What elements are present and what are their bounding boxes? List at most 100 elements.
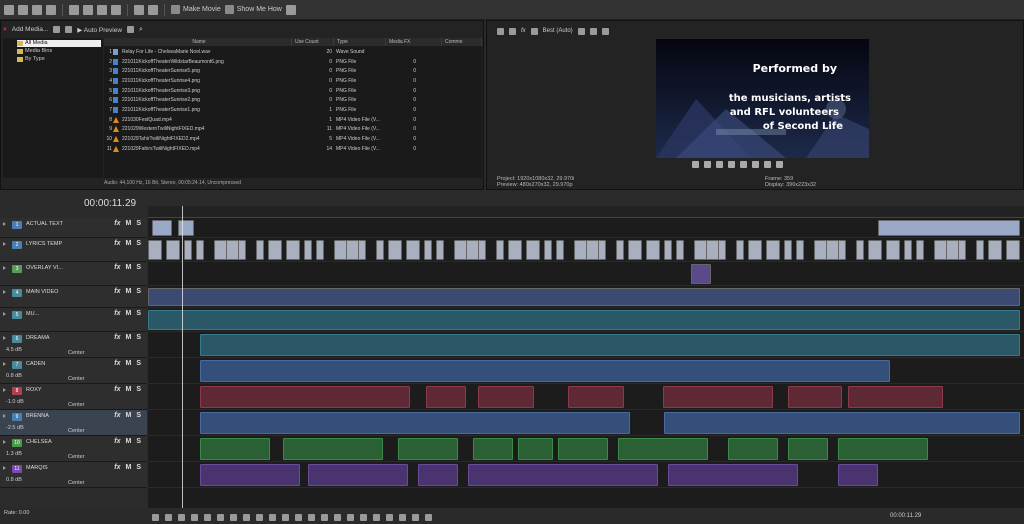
timeline-clip[interactable] <box>424 240 432 260</box>
video-fx-icon[interactable]: fx <box>521 28 526 34</box>
track-name[interactable]: CADEN <box>26 361 45 367</box>
cut-icon[interactable] <box>69 4 79 15</box>
timeline-clip[interactable] <box>468 464 658 486</box>
play-icon[interactable] <box>178 513 185 521</box>
solo-icon[interactable]: S <box>136 386 141 393</box>
settings-icon[interactable] <box>46 4 56 15</box>
timeline-clip[interactable] <box>838 464 878 486</box>
media-row[interactable]: 3 221011KickoffTheaterSunrise5.png 0 PNG Fi… <box>104 66 482 76</box>
timeline-clip[interactable] <box>556 240 564 260</box>
expand-icon[interactable] <box>3 266 6 270</box>
track-lane[interactable] <box>148 286 1024 308</box>
normal-edit-tool-icon[interactable] <box>282 513 289 521</box>
copy-icon[interactable] <box>589 27 597 35</box>
media-fx-icon[interactable] <box>65 26 73 33</box>
timeline-clip[interactable] <box>518 438 553 460</box>
track-name[interactable]: CHELSEA <box>26 439 52 445</box>
timeline-clip[interactable] <box>568 386 624 408</box>
timeline-clip[interactable] <box>178 220 194 236</box>
column-header-comments[interactable]: Comme <box>442 38 482 46</box>
timeline-clip[interactable] <box>1006 240 1020 260</box>
save-icon[interactable] <box>32 4 42 15</box>
solo-icon[interactable]: S <box>136 464 141 471</box>
track-name[interactable]: ROXY <box>26 387 42 393</box>
expand-icon[interactable] <box>3 466 6 470</box>
timeline-clip[interactable] <box>308 464 408 486</box>
timeline-lanes[interactable] <box>148 218 1024 508</box>
play-from-start-icon[interactable] <box>704 161 711 168</box>
envelope-tool-icon[interactable] <box>295 513 302 521</box>
timeline-clip[interactable] <box>398 438 458 460</box>
track-name[interactable]: MARQIS <box>26 465 48 471</box>
track-pan[interactable]: Center <box>68 350 85 356</box>
timeline-clip[interactable] <box>286 240 300 260</box>
timeline-clip[interactable] <box>618 438 708 460</box>
timeline-clip[interactable] <box>598 240 606 260</box>
play-icon[interactable] <box>716 161 723 168</box>
track-name[interactable]: OVERLAY VI... <box>26 265 63 271</box>
timeline-clip[interactable] <box>200 438 270 460</box>
expand-icon[interactable] <box>3 290 6 294</box>
tree-item-all-media[interactable]: All Media <box>17 40 101 47</box>
track-fx-icon[interactable]: fx <box>114 386 120 393</box>
preview-quality-dropdown[interactable]: Best (Auto) <box>543 28 573 34</box>
solo-icon[interactable]: S <box>136 264 141 271</box>
timeline-clip[interactable] <box>664 240 672 260</box>
timeline-clip[interactable] <box>868 240 882 260</box>
save-snapshot-icon[interactable] <box>601 27 609 35</box>
track-lane[interactable] <box>148 218 1024 238</box>
track-fx-icon[interactable]: fx <box>114 220 120 227</box>
timeline-clip[interactable] <box>526 240 540 260</box>
pause-icon[interactable] <box>204 513 211 521</box>
track-pan[interactable]: Center <box>68 480 85 486</box>
track-header[interactable]: 3 OVERLAY VI... fx M S <box>0 262 147 286</box>
track-header[interactable]: 10 CHELSEA fx M S 1.3 dB Center <box>0 436 147 462</box>
timeline-clip[interactable] <box>508 240 522 260</box>
timeline-clip[interactable] <box>646 240 660 260</box>
timeline-clip[interactable] <box>406 240 420 260</box>
timeline-clip[interactable] <box>958 240 966 260</box>
solo-icon[interactable]: S <box>136 412 141 419</box>
timeline-clip[interactable] <box>904 240 912 260</box>
timeline-clip[interactable] <box>196 240 204 260</box>
track-header[interactable]: 9 BRENNA fx M S -2.5 dB Center <box>0 410 147 436</box>
track-lane[interactable] <box>148 384 1024 410</box>
add-media-button[interactable]: Add Media... <box>12 26 49 33</box>
track-fx-icon[interactable]: fx <box>114 412 120 419</box>
snapping-icon[interactable] <box>373 513 380 521</box>
view-icon[interactable] <box>127 26 135 33</box>
timeline-ruler[interactable] <box>148 206 1024 218</box>
timeline-clip[interactable] <box>856 240 864 260</box>
play-from-start-icon[interactable] <box>191 513 198 521</box>
track-volume[interactable]: 4.5 dB <box>6 347 22 353</box>
stop-icon[interactable] <box>217 513 224 521</box>
timeline-clip[interactable] <box>478 240 486 260</box>
open-icon[interactable] <box>18 4 28 15</box>
expand-icon[interactable] <box>3 440 6 444</box>
track-fx-icon[interactable]: fx <box>114 334 120 341</box>
column-header-name[interactable]: Name <box>104 38 292 46</box>
timeline-clip[interactable] <box>664 412 1020 434</box>
timeline-clip[interactable] <box>766 240 780 260</box>
timeline-clip[interactable] <box>418 464 458 486</box>
playhead-cursor[interactable] <box>182 206 183 508</box>
go-to-end-icon[interactable] <box>243 513 250 521</box>
delete-icon[interactable] <box>111 4 121 15</box>
timeline-clip[interactable] <box>736 240 744 260</box>
media-row[interactable]: 2 221011KickoffTheaterWildstarBeaumont6.p… <box>104 57 482 67</box>
timeline-clip[interactable] <box>148 240 162 260</box>
delete-icon[interactable] <box>334 513 341 521</box>
timeline-clip[interactable] <box>238 240 246 260</box>
prev-frame-icon[interactable] <box>752 161 759 168</box>
track-name[interactable]: MAIN VIDEO <box>26 289 58 295</box>
undo-icon[interactable] <box>134 4 144 15</box>
next-frame-icon[interactable] <box>764 161 771 168</box>
track-fx-icon[interactable]: fx <box>114 360 120 367</box>
trim-icon[interactable] <box>347 513 354 521</box>
timeline-clip[interactable] <box>784 240 792 260</box>
timeline-clip[interactable] <box>148 310 1020 330</box>
timeline-clip[interactable] <box>976 240 984 260</box>
track-pan[interactable]: Center <box>68 376 85 382</box>
track-header[interactable]: 5 MU... fx M S <box>0 308 147 332</box>
show-me-how-button[interactable]: Show Me How <box>224 5 282 14</box>
